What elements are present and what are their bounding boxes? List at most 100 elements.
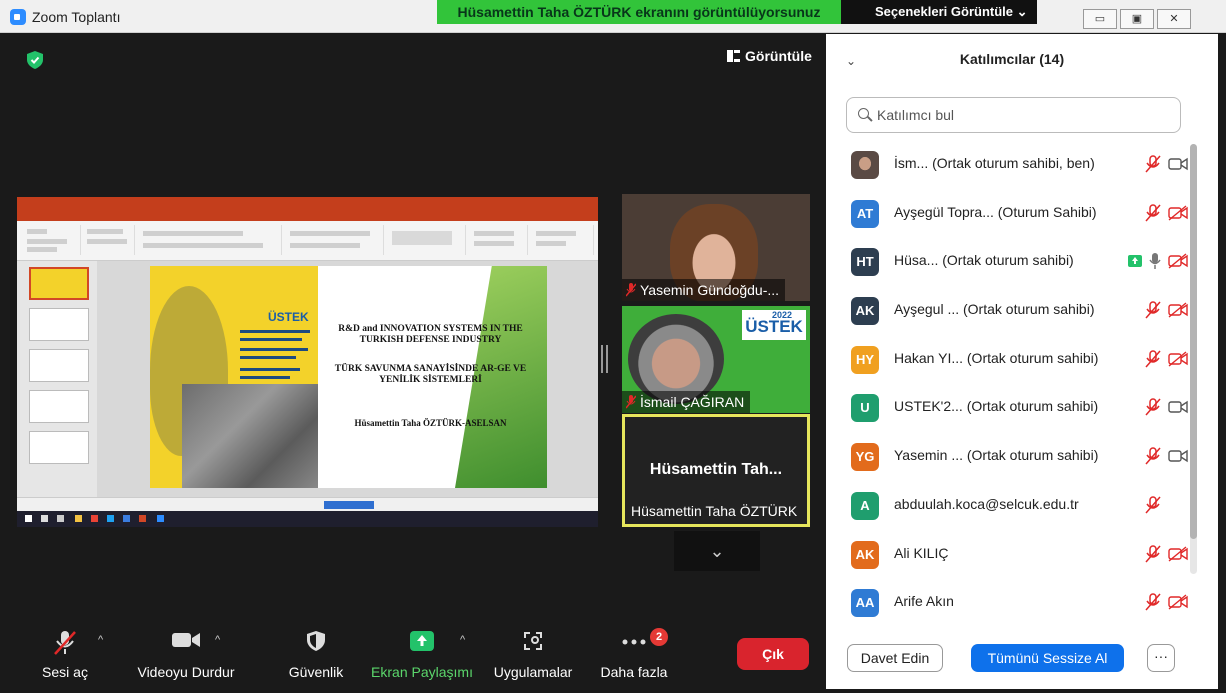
participant-status-icons [1145,203,1188,222]
participant-name: Arife Akın [894,593,954,610]
participant-status-icons [1145,398,1188,416]
participant-status-icons [1128,252,1188,270]
video-options-caret-icon[interactable]: ^ [215,634,220,646]
ppt-status-bar [17,497,598,511]
tile-name-label: İsmail ÇAĞIRAN [622,391,751,413]
more-label: Daha fazla [600,664,668,680]
encryption-shield-icon[interactable] [27,51,43,69]
mic-muted-icon [1145,496,1161,514]
maximize-button[interactable]: ▣ [1120,9,1154,29]
screen-share-banner: Hüsamettin Taha ÖZTÜRK ekranını görüntül… [437,0,841,24]
mic-muted-icon [1145,544,1161,562]
participant-row[interactable]: AT Ayşegül Topra... (Oturum Sahibi) [826,190,1188,239]
ppt-ribbon-tabs [17,211,598,221]
participant-name: Hakan YI... (Ortak oturum sahibi) [894,349,1099,366]
layout-icon [727,50,740,62]
participant-row[interactable]: AK Ayşegul ... (Ortak oturum sahibi) [826,287,1188,336]
participant-name: Hüsa... (Ortak oturum sahibi) [894,252,1074,269]
view-options-button[interactable]: Seçenekleri Görüntüle ⌄ [841,0,1037,24]
participant-list-scrollbar[interactable] [1190,144,1197,574]
participant-video-tile[interactable]: Yasemin Gündoğdu-... [622,194,810,301]
participant-video-tile[interactable]: 2022 ÜSTEK İsmail ÇAĞIRAN [622,306,810,413]
tile-name-label: Yasemin Gündoğdu-... [622,279,786,301]
mic-muted-icon [1145,398,1161,416]
slide-thumbnail[interactable] [29,431,89,464]
apps-icon [524,632,542,650]
slide-thumbnails[interactable] [17,261,97,497]
video-off-icon [1168,205,1188,221]
panel-more-button[interactable]: ··· [1147,644,1175,672]
current-slide: ÜSTEK R&D and INNOVATION SYSTEMS IN THE … [150,266,547,488]
participant-status-icons [1145,593,1188,611]
participant-row[interactable]: HY Hakan YI... (Ortak oturum sahibi) [826,336,1188,385]
participant-status-icons [1145,155,1188,173]
apps-label: Uygulamalar [493,664,573,680]
avatar: AA [851,589,879,618]
slide-thumbnail[interactable] [29,390,89,423]
video-off-icon [1168,302,1188,318]
slide-poster: ÜSTEK [150,266,318,488]
participant-row[interactable]: İsm... (Ortak oturum sahibi, ben) [826,141,1188,190]
panel-footer: Davet Edin Tümünü Sessize Al ··· [826,634,1218,689]
avatar: AK [851,540,879,569]
video-camera-icon [172,633,200,647]
mute-all-button[interactable]: Tümünü Sessize Al [971,644,1124,672]
sharing-icon [1128,255,1142,268]
close-button[interactable]: ✕ [1157,9,1191,29]
participant-name: USTEK'2... (Ortak oturum sahibi) [894,398,1099,415]
search-icon [858,108,869,119]
slide-thumbnail[interactable] [29,267,89,300]
view-button[interactable]: Görüntüle [727,48,812,64]
video-off-icon [1168,351,1188,367]
tile-name-text: Yasemin Gündoğdu-... [640,282,780,298]
avatar: YG [851,443,879,472]
panel-title: Katılımcılar (14) [959,51,1065,67]
more-dots-icon [622,639,646,645]
slide-title-tr: TÜRK SAVUNMA SANAYİSİNDE AR-GE VE YENİLİ… [334,364,527,385]
participant-name: abduulah.koca@selcuk.edu.tr [894,495,1079,512]
participant-row[interactable]: AA Arife Akın [826,579,1188,628]
video-off-icon [1168,253,1188,269]
invite-button[interactable]: Davet Edin [847,644,943,672]
scroll-gallery-down-button[interactable]: ⌄ [674,531,760,571]
mic-muted-icon [1145,155,1161,173]
slide-thumbnail[interactable] [29,308,89,341]
ustek-logo: ÜSTEK [268,310,309,324]
avatar: HT [851,248,879,277]
participant-search-input[interactable]: Katılımcı bul [846,97,1181,133]
mic-muted-icon [1145,447,1161,465]
slide-thumbnail[interactable] [29,349,89,382]
video-icon [1168,401,1188,414]
participant-row[interactable]: AK Ali KILIÇ [826,531,1188,580]
mic-muted-icon [1145,350,1161,368]
video-off-icon [1168,545,1188,562]
participant-name: Yasemin ... (Ortak oturum sahibi) [894,447,1099,464]
shared-screen[interactable]: ÜSTEK R&D and INNOVATION SYSTEMS IN THE … [17,197,598,527]
participant-row[interactable]: YG Yasemin ... (Ortak oturum sahibi) [826,433,1188,482]
leave-meeting-button[interactable]: Çık [737,638,809,670]
participant-list: İsm... (Ortak oturum sahibi, ben) AT Ayşeg… [826,141,1188,628]
window-controls: ▭ ▣ ✕ [1083,9,1191,29]
mic-muted-icon [1145,203,1161,222]
tile-name-text: Hüsamettin Taha ÖZTÜRK [631,503,798,519]
participant-row[interactable]: U USTEK'2... (Ortak oturum sahibi) [826,384,1188,433]
participant-row[interactable]: HT Hüsa... (Ortak oturum sahibi) [826,238,1188,287]
meeting-toolbar: Sesi aç ^ Videoyu Durdur ^ Güvenlik Ekra… [10,620,826,689]
participant-row[interactable]: Aabduulah.koca@selcuk.edu.tr [826,482,1188,531]
minimize-button[interactable]: ▭ [1083,9,1117,29]
audio-options-caret-icon[interactable]: ^ [98,634,103,646]
video-icon [1168,449,1188,463]
participant-name: Ayşegül Topra... (Oturum Sahibi) [894,203,1097,220]
participant-video-tile-active[interactable]: Hüsamettin Tah... Hüsamettin Taha ÖZTÜRK [622,414,810,527]
participant-status-icons [1145,496,1188,514]
ustek-logo: 2022 ÜSTEK [742,310,806,340]
avatar [851,151,879,179]
split-drag-handle[interactable] [601,345,608,373]
scrollbar-thumb[interactable] [1190,144,1197,539]
logo-year: 2022 [772,310,793,320]
share-options-caret-icon[interactable]: ^ [460,634,465,646]
mic-icon [1149,253,1161,270]
slide-photo [182,384,318,488]
mic-muted-icon [1145,593,1161,611]
video-off-icon [1168,594,1188,610]
